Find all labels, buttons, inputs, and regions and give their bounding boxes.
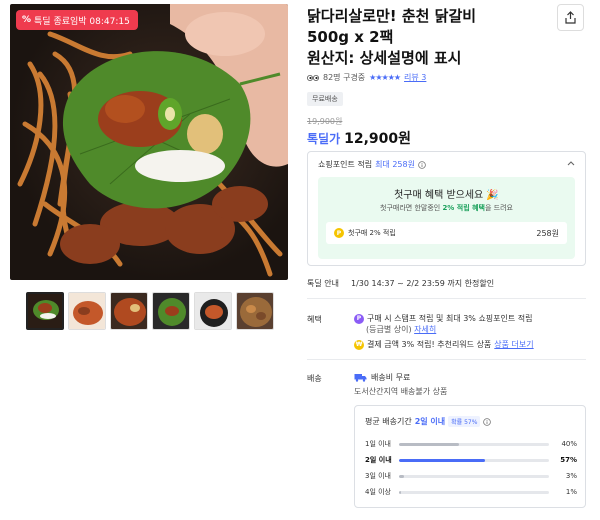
shipping-fee-line: 배송비 무료 bbox=[354, 372, 410, 383]
shipping-restriction: 도서산간지역 배송불가 상품 bbox=[354, 387, 448, 396]
food-photo bbox=[17, 4, 288, 277]
delivery-row-value: 40% bbox=[561, 440, 577, 448]
thumbnail-strip bbox=[26, 292, 274, 330]
delivery-probability-chip: 확률 57% bbox=[448, 416, 481, 427]
points-header-label: 쇼핑포인트 적립 bbox=[318, 160, 373, 169]
title-line-1: 닭다리살로만! 춘천 닭갈비 bbox=[307, 7, 477, 25]
price-label: 톡딜가 bbox=[307, 132, 341, 146]
won-icon: ₩ bbox=[354, 339, 364, 350]
original-price: 19,900원 bbox=[307, 117, 343, 126]
divider bbox=[307, 359, 586, 360]
sale-countdown-badge: % 특딜 종료임박 08:47:15 bbox=[16, 10, 138, 30]
free-shipping-chip: 무료배송 bbox=[307, 92, 343, 106]
delivery-row-label: 3일 이내 bbox=[365, 472, 391, 480]
delivery-row-bar-fill bbox=[399, 474, 404, 478]
first-sub-prefix: 첫구매라면 한말중인 bbox=[380, 204, 441, 212]
points-header: 쇼핑포인트 적립 최대 258원 bbox=[318, 159, 426, 170]
delivery-row-label: 2일 이내 bbox=[365, 456, 392, 464]
main-product-image: % 특딜 종료임박 08:47:15 bbox=[10, 4, 288, 280]
benefit-stamp-sub: (등급별 상이) 자세히 bbox=[366, 324, 436, 335]
first-sub-suffix: 을 드려요 bbox=[484, 204, 513, 212]
benefit-reward-text: 결제 금액 3% 적립! 추천리워드 상품 bbox=[367, 340, 492, 349]
delivery-row-label: 4일 이상 bbox=[365, 488, 391, 496]
delivery-days: 2일 이내 bbox=[414, 417, 446, 426]
thumbnail-6[interactable] bbox=[236, 292, 274, 330]
sale-price: 12,900원 bbox=[344, 131, 412, 147]
first-purchase-benefit: 첫구매 혜택 받으세요 🎉 첫구매라면 한말중인 2% 적립 혜택을 드려요 P… bbox=[318, 177, 575, 259]
delivery-row-bar bbox=[399, 458, 549, 462]
benefit-detail-link[interactable]: 자세히 bbox=[414, 325, 436, 334]
delivery-row-bar-fill bbox=[399, 490, 401, 494]
title-line-2: 500g x 2팩 bbox=[307, 28, 394, 46]
delivery-row-value: 57% bbox=[560, 456, 577, 464]
deal-info-period: 1/30 14:37 ~ 2/2 23:59 까지 한정할인 bbox=[350, 279, 495, 288]
thumbnail-2[interactable] bbox=[68, 292, 106, 330]
shipping-label: 배송 bbox=[307, 374, 322, 383]
divider bbox=[307, 298, 586, 299]
deal-info-row: 톡딜 안내 1/30 14:37 ~ 2/2 23:59 까지 한정할인 bbox=[307, 278, 494, 289]
thumbnail-1[interactable] bbox=[26, 292, 64, 330]
shopping-points-panel: 쇼핑포인트 적립 최대 258원 첫구매 혜택 받으세요 🎉 첫구매라면 한말중… bbox=[307, 151, 586, 266]
viewers-count: 82명 구경중 bbox=[323, 73, 366, 82]
thumbnail-5[interactable] bbox=[194, 292, 232, 330]
delivery-row-bar bbox=[399, 490, 549, 494]
first-purchase-row: P 첫구매 2% 적립 258원 bbox=[326, 222, 567, 244]
share-button[interactable] bbox=[557, 4, 584, 31]
delivery-row-bar-fill bbox=[399, 442, 459, 446]
benefit-stamp-line: P 구매 시 스탬프 적립 및 최대 3% 쇼핑포인트 적립 bbox=[354, 313, 533, 324]
points-max: 최대 258원 bbox=[375, 160, 415, 169]
delivery-row-value: 1% bbox=[565, 488, 577, 496]
more-products-link[interactable]: 상품 더보기 bbox=[494, 339, 533, 350]
benefits-label: 혜택 bbox=[307, 315, 322, 324]
first-purchase-subtitle: 첫구매라면 한말중인 2% 적립 혜택을 드려요 bbox=[318, 203, 575, 213]
point-coin-icon: P bbox=[334, 228, 344, 238]
product-meta: 82명 구경중 ★★★★★ 리뷰 3 bbox=[307, 72, 426, 83]
point-icon: P bbox=[354, 313, 364, 324]
chevron-up-icon[interactable] bbox=[567, 160, 575, 166]
delivery-header: 평균 배송기간 2일 이내 확률 57% bbox=[365, 416, 492, 427]
thumbnail-3[interactable] bbox=[110, 292, 148, 330]
thumbnail-4[interactable] bbox=[152, 292, 190, 330]
percent-icon: % bbox=[22, 15, 32, 25]
info-icon[interactable] bbox=[418, 160, 426, 169]
delivery-row-label: 1일 이내 bbox=[365, 440, 391, 448]
delivery-row: 4일 이상 1% bbox=[365, 486, 577, 498]
delivery-row: 1일 이내 40% bbox=[365, 438, 577, 450]
sale-countdown-text: 특딜 종료임박 08:47:15 bbox=[34, 16, 130, 27]
first-purchase-row-amount: 258원 bbox=[536, 228, 559, 238]
delivery-row-value: 3% bbox=[565, 472, 577, 480]
benefit-stamp-note: (등급별 상이) bbox=[366, 325, 412, 334]
eyes-icon bbox=[307, 74, 319, 82]
price-row: 톡딜가 12,900원 bbox=[307, 128, 411, 148]
first-purchase-title: 첫구매 혜택 받으세요 🎉 bbox=[394, 190, 499, 201]
info-icon[interactable] bbox=[483, 417, 492, 426]
delivery-row: 3일 이내 3% bbox=[365, 470, 577, 482]
delivery-row-bar-fill bbox=[399, 458, 485, 462]
title-line-3: 원산지: 상세설명에 표시 bbox=[307, 49, 462, 67]
product-title: 닭다리살로만! 춘천 닭갈비 500g x 2팩 원산지: 상세설명에 표시 bbox=[307, 6, 547, 69]
benefit-stamp-text: 구매 시 스탬프 적립 및 최대 3% 쇼핑포인트 적립 bbox=[367, 314, 533, 323]
delivery-row: 2일 이내 57% bbox=[365, 454, 577, 466]
first-purchase-row-label: 첫구매 2% 적립 bbox=[348, 229, 396, 237]
shipping-fee-text: 배송비 무료 bbox=[371, 373, 411, 382]
delivery-row-bar bbox=[399, 442, 549, 446]
truck-icon bbox=[354, 374, 367, 382]
delivery-header-label: 평균 배송기간 bbox=[365, 417, 412, 426]
delivery-row-bar bbox=[399, 474, 549, 478]
deal-info-label: 톡딜 안내 bbox=[307, 279, 339, 288]
first-sub-highlight: 2% 적립 혜택 bbox=[442, 204, 485, 212]
delivery-stats-panel: 평균 배송기간 2일 이내 확률 57% 1일 이내 40% 2일 이내 57% 3일 … bbox=[354, 405, 586, 508]
review-link[interactable]: 리뷰 3 bbox=[404, 72, 426, 83]
benefit-reward-line: ₩ 결제 금액 3% 적립! 추천리워드 상품 상품 더보기 bbox=[354, 339, 534, 350]
rating-stars: ★★★★★ bbox=[369, 73, 401, 82]
share-icon bbox=[565, 11, 576, 24]
